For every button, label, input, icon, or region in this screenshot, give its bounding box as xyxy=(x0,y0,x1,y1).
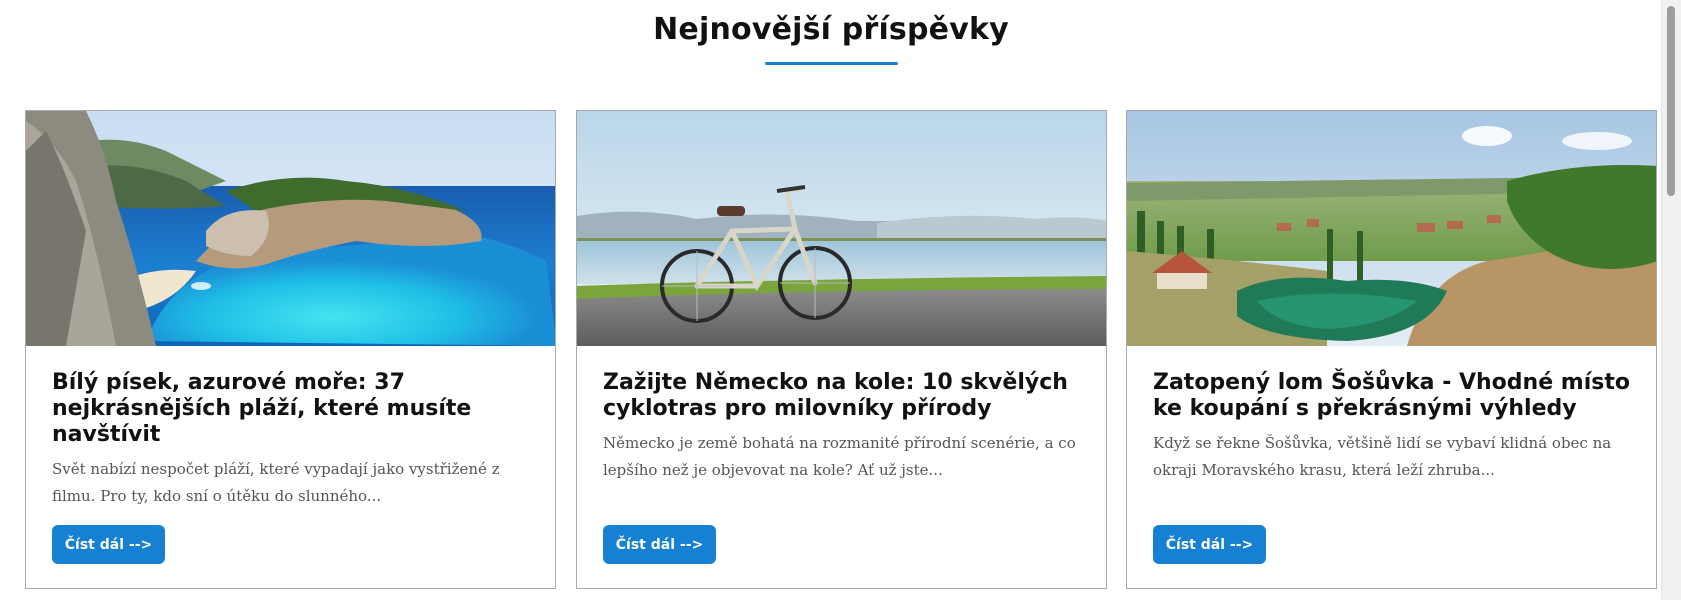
read-more-button[interactable]: Číst dál --> xyxy=(1153,525,1266,564)
post-image-quarry[interactable] xyxy=(1127,111,1656,346)
post-title[interactable]: Zažijte Německo na kole: 10 skvělých cyk… xyxy=(603,370,1084,422)
post-title[interactable]: Zatopený lom Šošůvka - Vhodné místo ke k… xyxy=(1153,370,1634,422)
read-more-button[interactable]: Číst dál --> xyxy=(603,525,716,564)
read-more-button[interactable]: Číst dál --> xyxy=(52,525,165,564)
vertical-scrollbar[interactable] xyxy=(1661,0,1681,600)
section-title: Nejnovější příspěvky xyxy=(653,12,1009,47)
post-excerpt: Když se řekne Šošůvka, většině lidí se v… xyxy=(1153,434,1612,479)
scrollbar-thumb[interactable] xyxy=(1667,6,1675,196)
post-title[interactable]: Bílý písek, azurové moře: 37 nejkrásnějš… xyxy=(52,370,533,448)
post-card[interactable]: Zatopený lom Šošůvka - Vhodné místo ke k… xyxy=(1126,110,1657,589)
post-image-bicycle[interactable] xyxy=(577,111,1106,346)
post-image-beach[interactable] xyxy=(26,111,555,346)
post-excerpt: Německo je země bohatá na rozmanité přír… xyxy=(603,434,1076,479)
title-underline xyxy=(765,62,898,65)
post-card[interactable]: Bílý písek, azurové moře: 37 nejkrásnějš… xyxy=(25,110,556,589)
post-excerpt: Svět nabízí nespočet pláží, které vypada… xyxy=(52,460,500,505)
post-card[interactable]: Zažijte Německo na kole: 10 skvělých cyk… xyxy=(576,110,1107,589)
